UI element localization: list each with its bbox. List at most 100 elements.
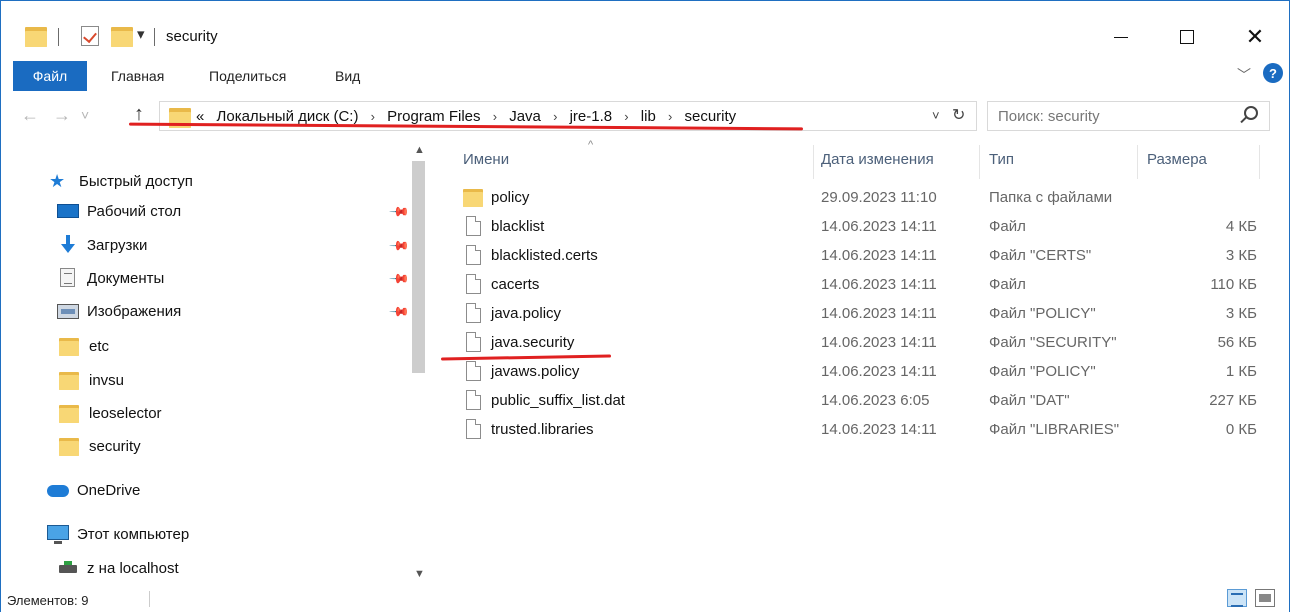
pin-icon[interactable]: 📌 [388,268,410,291]
close-button[interactable]: ✕ [1227,17,1283,57]
help-icon[interactable]: ? [1263,63,1283,83]
breadcrumb-separator-icon[interactable]: › [553,109,557,124]
table-row[interactable]: blacklist 14.06.2023 14:11 Файл 4 КБ [441,213,1261,242]
breadcrumb-jre[interactable]: jre-1.8 [570,108,613,125]
table-row[interactable]: java.security 14.06.2023 14:11 Файл "SEC… [441,329,1261,358]
breadcrumb-security[interactable]: security [685,108,737,125]
breadcrumb-lib[interactable]: lib [641,108,656,125]
table-row[interactable]: public_suffix_list.dat 14.06.2023 6:05 Ф… [441,387,1261,416]
breadcrumb-program-files[interactable]: Program Files [387,108,480,125]
tab-share[interactable]: Поделиться [209,68,286,84]
file-date: 14.06.2023 14:11 [821,218,937,235]
sidebar-item-label: Документы [87,269,165,287]
sidebar-item-pictures[interactable]: Изображения [57,298,181,324]
forward-arrow-icon[interactable]: → [53,105,71,126]
tab-file[interactable]: Файл [13,61,87,91]
table-row[interactable]: policy 29.09.2023 11:10 Папка с файлами [441,184,1261,213]
search-box[interactable] [987,101,1270,131]
file-date: 14.06.2023 14:11 [821,334,937,351]
sidebar-item-invsu[interactable]: invsu [59,367,124,393]
file-date: 14.06.2023 14:11 [821,247,937,264]
column-divider[interactable] [1137,145,1138,179]
scroll-up-chevron-icon[interactable]: ▲ [414,144,425,156]
sidebar-item-security[interactable]: security [59,433,141,459]
quick-access-toolbar-dropdown[interactable]: ▾ [137,25,145,43]
breadcrumb-java[interactable]: Java [509,108,541,125]
minimize-button[interactable] [1093,17,1149,57]
file-type: Файл [989,218,1026,235]
file-type: Файл "SECURITY" [989,334,1117,351]
sidebar-item-network-drive[interactable]: z на localhost [57,555,179,581]
address-dropdown-chevron-icon[interactable]: ˅ [932,108,940,123]
file-name: policy [491,189,530,206]
folder-icon [59,370,81,390]
file-name: public_suffix_list.dat [491,392,625,409]
sidebar-item-this-pc[interactable]: Этот компьютер [47,521,189,547]
sidebar-item-label: z на localhost [87,559,179,577]
file-type: Файл [989,276,1026,293]
expand-ribbon-chevron-icon[interactable]: ﹀ [1237,65,1251,85]
sidebar-item-label: Рабочий стол [87,202,182,220]
refresh-icon[interactable]: ↻ [952,105,965,125]
table-row[interactable]: java.policy 14.06.2023 14:11 Файл "POLIC… [441,300,1261,329]
column-header-type[interactable]: Тип [989,151,1014,168]
column-header-name[interactable]: Имени [463,151,509,168]
column-divider[interactable] [813,145,814,179]
pin-icon[interactable]: 📌 [388,235,410,258]
folder-icon [463,187,483,209]
breadcrumb-separator-icon[interactable]: › [493,109,497,124]
file-date: 14.06.2023 6:05 [821,392,930,409]
sidebar-item-label: Изображения [87,302,182,320]
details-view-icon[interactable] [1227,589,1247,607]
sidebar-scrollbar-thumb[interactable] [412,161,425,373]
sidebar-item-downloads[interactable]: Загрузки [57,232,147,258]
sidebar-item-quick-access[interactable]: ★ Быстрый доступ [49,168,193,194]
table-row[interactable]: javaws.policy 14.06.2023 14:11 Файл "POL… [441,358,1261,387]
file-icon [463,332,483,354]
maximize-button[interactable] [1159,17,1215,57]
back-arrow-icon[interactable]: ← [21,105,39,126]
pin-icon[interactable]: 📌 [388,301,410,324]
breadcrumb-separator-icon[interactable]: › [371,109,375,124]
table-row[interactable]: trusted.libraries 14.06.2023 14:11 Файл … [441,416,1261,445]
folder-icon [59,336,81,356]
file-icon [463,303,483,325]
cloud-icon [47,480,69,500]
file-size: 3 КБ [1225,305,1257,322]
scroll-down-chevron-icon[interactable]: ▼ [414,568,425,580]
sidebar-item-etc[interactable]: etc [59,333,109,359]
column-divider[interactable] [979,145,980,179]
sidebar-item-onedrive[interactable]: OneDrive [47,477,140,503]
downloads-icon [57,235,79,255]
address-row: ← → ˅ ↑ « Локальный диск (C:) › Program … [1,93,1289,139]
table-row[interactable]: cacerts 14.06.2023 14:11 Файл 110 КБ [441,271,1261,300]
properties-icon[interactable] [81,26,99,46]
recent-locations-chevron-icon[interactable]: ˅ [81,107,89,123]
network-drive-icon [57,558,79,578]
sidebar-item-documents[interactable]: Документы [57,265,164,291]
large-icons-view-icon[interactable] [1255,589,1275,607]
pin-icon[interactable]: 📌 [388,201,410,224]
sidebar-item-label: leoselector [89,404,162,422]
tab-view[interactable]: Вид [335,68,360,84]
column-divider[interactable] [1259,145,1260,179]
file-size: 4 КБ [1225,218,1257,235]
explorer-window: ▾ security ✕ Файл Главная Поделиться Вид… [0,0,1290,612]
divider [58,28,59,46]
window-title: security [166,28,218,45]
desktop-icon [57,201,79,221]
minimize-icon [1114,36,1128,38]
search-icon[interactable] [1244,106,1258,120]
sidebar-item-leoselector[interactable]: leoselector [59,400,162,426]
column-header-date[interactable]: Дата изменения [821,151,934,168]
maximize-icon [1180,30,1194,44]
file-name: blacklisted.certs [491,247,598,264]
tab-home[interactable]: Главная [111,68,164,84]
search-input[interactable] [988,102,1228,130]
breadcrumb-separator-icon[interactable]: › [668,109,672,124]
sidebar-item-desktop[interactable]: Рабочий стол [57,198,181,224]
breadcrumb-separator-icon[interactable]: › [624,109,628,124]
column-header-size[interactable]: Размера [1147,151,1207,168]
new-folder-icon[interactable] [111,25,133,47]
table-row[interactable]: blacklisted.certs 14.06.2023 14:11 Файл … [441,242,1261,271]
